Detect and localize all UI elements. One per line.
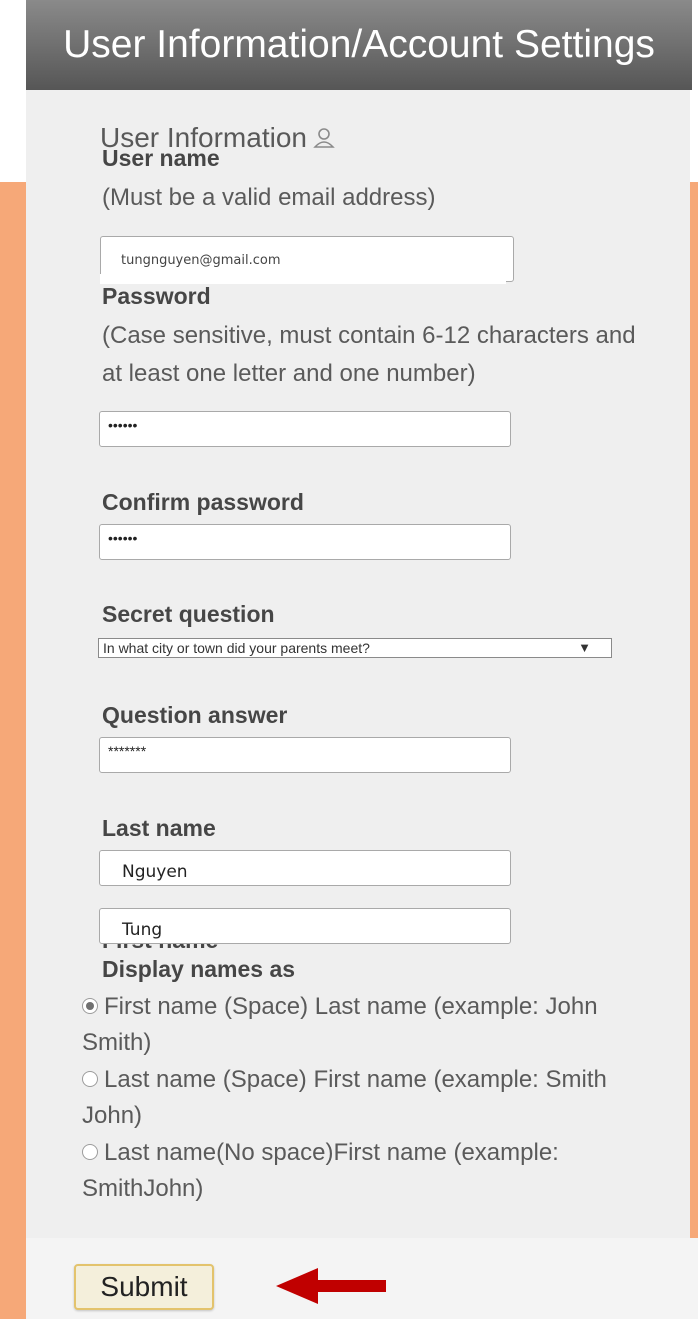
submit-button[interactable]: Submit: [74, 1264, 214, 1310]
secret-question-select[interactable]: In what city or town did your parents me…: [98, 638, 612, 658]
display-option-first-last[interactable]: First name (Space) Last name (example: J…: [82, 989, 642, 1061]
last-name-label: Last name: [102, 815, 216, 841]
password-value: ••••••: [108, 417, 138, 433]
display-option-last-first[interactable]: Last name (Space) First name (example: S…: [82, 1062, 642, 1134]
secret-question-label: Secret question: [102, 601, 275, 627]
password-field[interactable]: ••••••: [99, 411, 511, 447]
question-answer-field[interactable]: *******: [99, 737, 511, 773]
display-option-label: First name (Space) Last name (example: J…: [82, 993, 598, 1056]
username-hint: (Must be a valid email address): [102, 184, 436, 211]
red-arrow-annotation-icon: [276, 1268, 386, 1304]
confirm-password-label: Confirm password: [102, 489, 304, 515]
last-name-value: Nguyen: [122, 862, 188, 882]
display-option-last-first-nospace[interactable]: Last name(No space)First name (example: …: [82, 1135, 642, 1207]
radio-unselected-icon[interactable]: [82, 1143, 98, 1160]
secret-question-value: In what city or town did your parents me…: [103, 640, 370, 656]
dropdown-arrow-icon: ▼: [578, 640, 591, 655]
radio-unselected-icon[interactable]: [82, 1070, 98, 1087]
password-hint: (Case sensitive, must contain 6-12 chara…: [102, 322, 636, 387]
display-option-label: Last name (Space) First name (example: S…: [82, 1066, 607, 1129]
password-label: Password: [102, 283, 211, 309]
page-title: User Information/Account Settings: [26, 0, 692, 90]
question-answer-label: Question answer: [102, 702, 288, 728]
first-name-field[interactable]: Tung: [99, 908, 511, 944]
question-answer-value: *******: [108, 743, 147, 759]
radio-selected-icon[interactable]: [82, 997, 98, 1014]
confirm-password-value: ••••••: [108, 530, 138, 546]
confirm-password-field[interactable]: ••••••: [99, 524, 511, 560]
display-names-label: Display names as: [102, 956, 296, 982]
last-name-field[interactable]: Nguyen: [99, 850, 511, 886]
user-icon: [313, 124, 335, 156]
username-label: User name: [102, 145, 220, 171]
display-option-label: Last name(No space)First name (example: …: [82, 1139, 559, 1202]
first-name-value: Tung: [122, 920, 163, 940]
